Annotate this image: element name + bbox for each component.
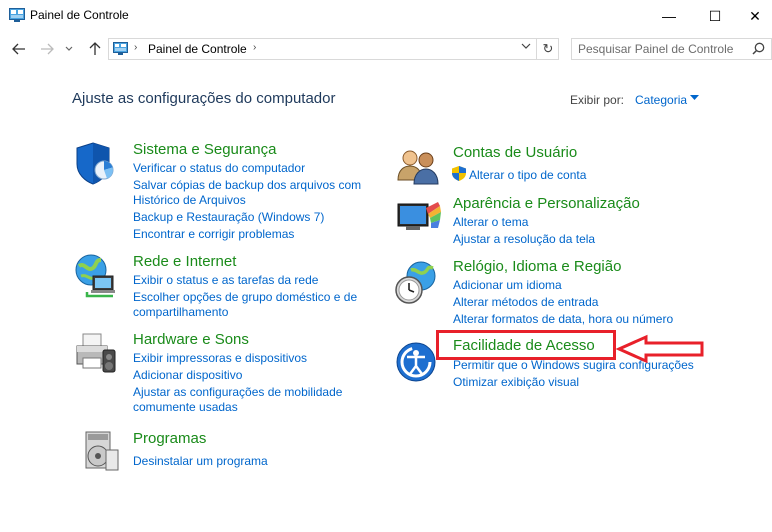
view-by-label: Exibir por:: [570, 93, 625, 107]
link-add-language[interactable]: Adicionar um idioma: [453, 277, 562, 293]
arrow-up-icon[interactable]: [84, 40, 106, 58]
link-file-history[interactable]: Histórico de Arquivos: [133, 192, 246, 208]
link-optimize-visual[interactable]: Otimizar exibição visual: [453, 374, 579, 390]
link-check-status[interactable]: Verificar o status do computador: [133, 160, 305, 176]
link-add-device[interactable]: Adicionar dispositivo: [133, 367, 242, 383]
link-network-status[interactable]: Exibir o status e as tarefas da rede: [133, 272, 318, 288]
search-box[interactable]: [571, 38, 772, 60]
view-by-dropdown[interactable]: Categoria: [635, 93, 687, 107]
category-clock-region[interactable]: Relógio, Idioma e Região: [453, 258, 621, 275]
link-sharing[interactable]: compartilhamento: [133, 304, 228, 320]
printer-icon[interactable]: [73, 330, 119, 376]
link-mobility-settings-cont[interactable]: comumente usadas: [133, 399, 238, 415]
category-user-accounts[interactable]: Contas de Usuário: [453, 144, 577, 161]
highlight-box: [436, 330, 616, 360]
close-button[interactable]: ✕: [738, 0, 772, 32]
control-panel-icon: [113, 42, 128, 55]
shield-icon[interactable]: [73, 140, 119, 186]
red-arrow-icon: [616, 334, 704, 364]
category-system-security[interactable]: Sistema e Segurança: [133, 141, 276, 158]
caret-down-icon[interactable]: [690, 93, 699, 103]
category-appearance[interactable]: Aparência e Personalização: [453, 195, 640, 212]
breadcrumb-control-panel[interactable]: Painel de Controle: [148, 42, 247, 56]
maximize-button[interactable]: ☐: [692, 0, 738, 32]
category-hardware-sound[interactable]: Hardware e Sons: [133, 331, 249, 348]
link-change-theme[interactable]: Alterar o tema: [453, 214, 528, 230]
arrow-left-icon[interactable]: [8, 40, 30, 58]
arrow-right-icon[interactable]: [36, 40, 58, 58]
link-input-methods[interactable]: Alterar métodos de entrada: [453, 294, 598, 310]
chevron-down-icon[interactable]: [61, 40, 77, 58]
breadcrumb-separator[interactable]: ›: [253, 42, 256, 53]
category-network-internet[interactable]: Rede e Internet: [133, 253, 236, 270]
search-input[interactable]: [578, 42, 738, 56]
minimize-button[interactable]: —: [646, 0, 692, 32]
users-icon[interactable]: [396, 144, 442, 190]
link-troubleshoot[interactable]: Encontrar e corrigir problemas: [133, 226, 294, 242]
link-printers-devices[interactable]: Exibir impressoras e dispositivos: [133, 350, 307, 366]
link-screen-resolution[interactable]: Ajustar a resolução da tela: [453, 231, 595, 247]
address-dropdown-button[interactable]: [521, 41, 531, 53]
network-globe-icon[interactable]: [73, 252, 119, 298]
clock-globe-icon[interactable]: [393, 260, 439, 306]
appearance-icon[interactable]: [396, 196, 442, 242]
link-homegroup[interactable]: Escolher opções de grupo doméstico e de: [133, 289, 357, 305]
uac-shield-icon: [452, 166, 466, 181]
link-change-account-type[interactable]: Alterar o tipo de conta: [469, 167, 586, 183]
control-panel-icon: [9, 8, 25, 22]
link-uninstall-program[interactable]: Desinstalar um programa: [133, 453, 268, 469]
link-backup-copies[interactable]: Salvar cópias de backup dos arquivos com: [133, 177, 361, 193]
breadcrumb-separator[interactable]: ›: [134, 42, 137, 53]
programs-icon[interactable]: [78, 428, 124, 474]
window-title: Painel de Controle: [30, 8, 129, 22]
link-mobility-settings[interactable]: Ajustar as configurações de mobilidade: [133, 384, 342, 400]
category-programs[interactable]: Programas: [133, 430, 206, 447]
link-backup-restore[interactable]: Backup e Restauração (Windows 7): [133, 209, 324, 225]
search-icon[interactable]: [752, 42, 765, 58]
page-title: Ajuste as configurações do computador: [72, 90, 336, 107]
link-date-time-formats[interactable]: Alterar formatos de data, hora ou número: [453, 311, 673, 327]
refresh-button[interactable]: ↻: [536, 38, 559, 60]
